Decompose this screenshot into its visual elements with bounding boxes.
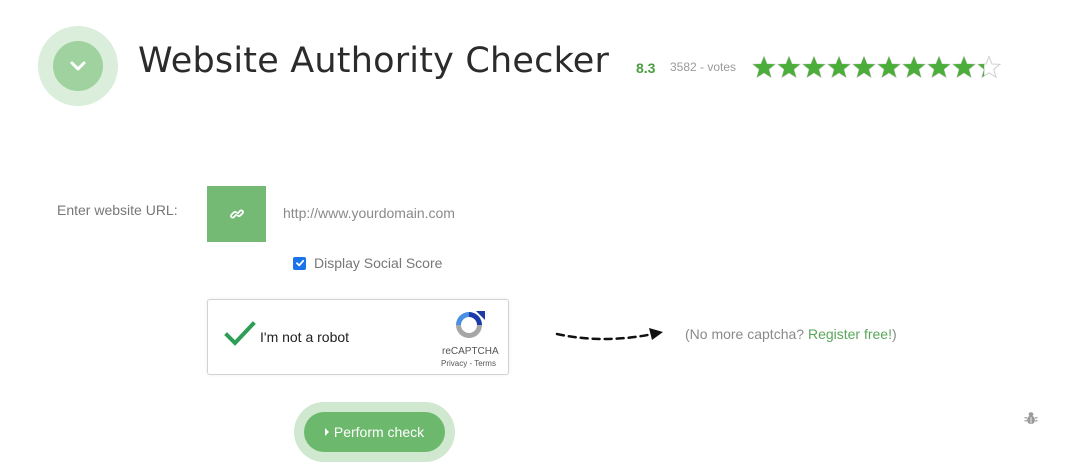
star-icon[interactable] [777,54,801,80]
chevron-down-icon [70,61,86,71]
dashed-arrow-icon [555,328,663,341]
star-icon[interactable] [827,54,851,80]
recaptcha-label: I'm not a robot [260,329,350,345]
register-note: (No more captcha? Register free!) [685,326,897,342]
register-suffix: ) [892,326,897,342]
submit-halo: Perform check [294,402,455,462]
social-score-checkbox[interactable] [293,256,306,270]
url-input[interactable] [270,192,683,234]
rating-score: 8.3 [636,60,656,76]
star-icon[interactable] [952,54,976,80]
recaptcha-widget[interactable]: I'm not a robot reCAPTCHA Privacy - Term… [207,299,509,375]
page-title: Website Authority Checker [138,41,610,81]
page: Website Authority Checker 8.3 3582 - vot… [0,0,1080,468]
social-score-row[interactable]: Display Social Score [293,255,442,271]
logo-inner [53,41,103,91]
rating-stars[interactable] [752,54,1001,80]
social-score-label[interactable]: Display Social Score [314,255,442,271]
recaptcha-logo-icon [456,311,485,338]
bug-icon[interactable] [1024,410,1038,426]
star-icon[interactable] [902,54,926,80]
star-icon[interactable] [802,54,826,80]
checkmark-icon[interactable] [224,320,256,348]
url-label: Enter website URL: [57,202,178,218]
perform-check-button[interactable]: Perform check [304,412,445,452]
recaptcha-brand: reCAPTCHA [442,346,499,357]
star-icon[interactable] [977,54,1001,80]
link-button[interactable] [207,186,266,242]
logo [38,26,118,106]
rating-votes: 3582 - votes [670,60,737,74]
caret-right-icon [324,428,329,436]
star-icon[interactable] [927,54,951,80]
star-icon[interactable] [877,54,901,80]
star-icon[interactable] [852,54,876,80]
link-icon [229,209,244,219]
star-icon[interactable] [752,54,776,80]
recaptcha-privacy-terms[interactable]: Privacy - Terms [441,359,496,368]
register-link[interactable]: Register free! [808,326,892,342]
register-prefix: (No more captcha? [685,326,808,342]
perform-check-label: Perform check [333,424,425,440]
checkmark-icon [295,259,304,267]
